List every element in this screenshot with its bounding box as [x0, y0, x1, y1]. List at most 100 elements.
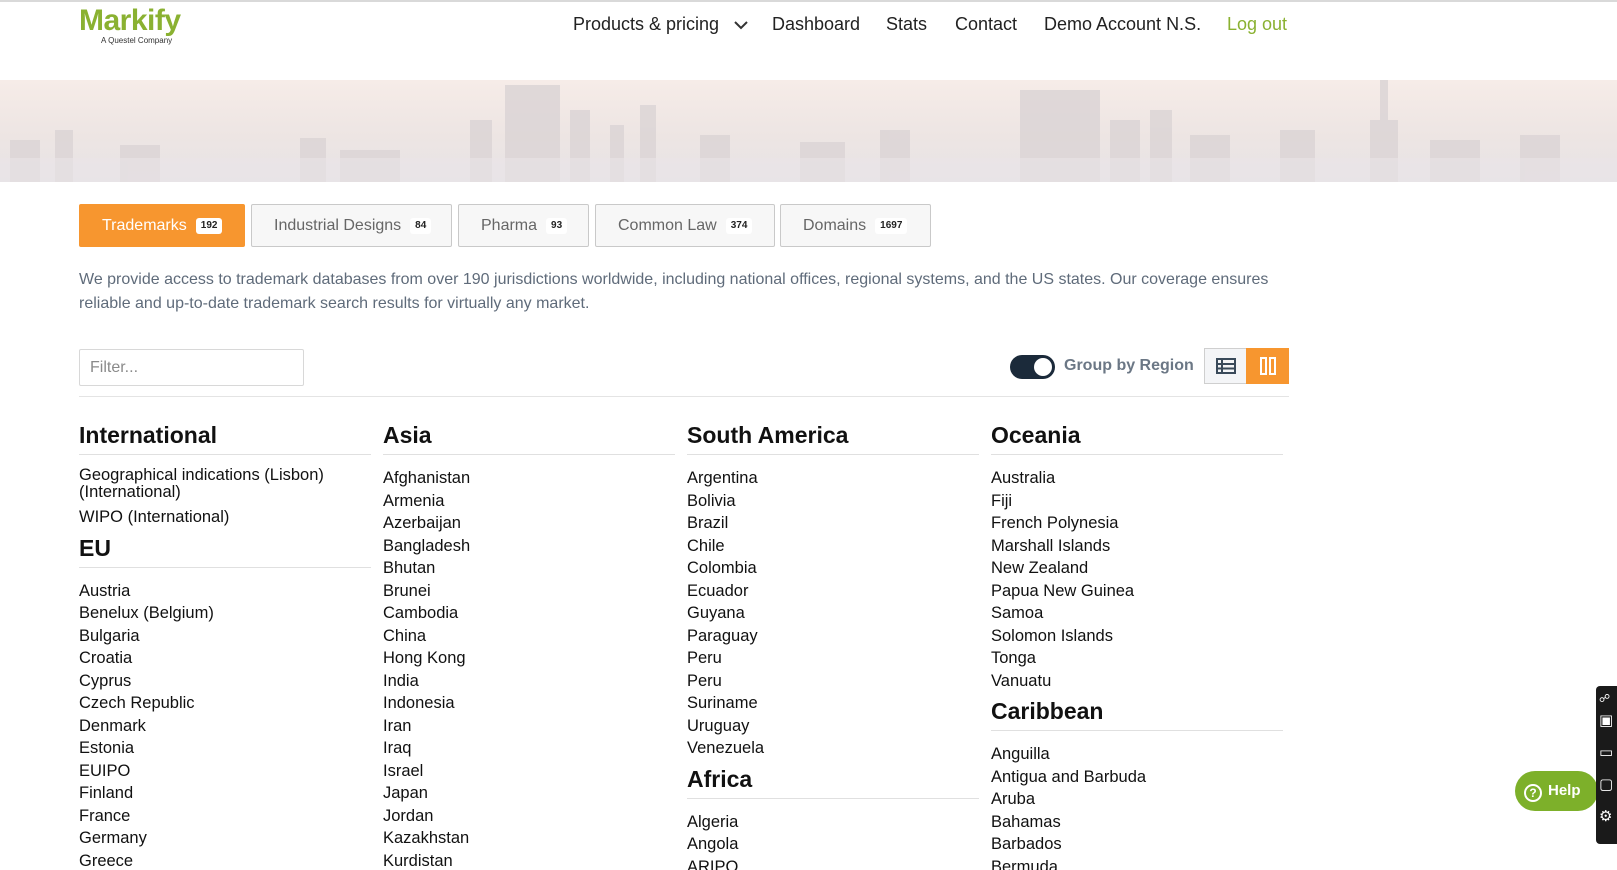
jurisdiction-link[interactable]: Japan — [383, 782, 675, 805]
tab-domains-count: 1697 — [875, 218, 907, 234]
jurisdiction-link[interactable]: Cambodia — [383, 602, 675, 625]
column-view-icon — [1258, 357, 1278, 375]
help-button[interactable]: ? Help — [1515, 771, 1598, 811]
jurisdiction-link[interactable]: Papua New Guinea — [991, 580, 1283, 603]
jurisdiction-link[interactable]: India — [383, 670, 675, 693]
jurisdiction-link[interactable]: Jordan — [383, 805, 675, 828]
jurisdiction-link[interactable]: ARIPO — [687, 856, 979, 870]
jurisdiction-link[interactable]: Peru — [687, 670, 979, 693]
tab-common-law[interactable]: Common Law374 — [595, 204, 775, 247]
nav-products-pricing[interactable]: Products & pricing — [573, 12, 748, 36]
link-icon[interactable]: ☍ — [1599, 690, 1617, 708]
jurisdiction-link[interactable]: Israel — [383, 760, 675, 783]
camera-icon[interactable]: ▣ — [1599, 712, 1617, 730]
jurisdiction-link[interactable]: Ecuador — [687, 580, 979, 603]
window-icon[interactable]: ▭ — [1599, 744, 1617, 762]
jurisdiction-link[interactable]: Australia — [991, 467, 1283, 490]
jurisdiction-link[interactable]: Guyana — [687, 602, 979, 625]
jurisdiction-link[interactable]: Afghanistan — [383, 467, 675, 490]
jurisdiction-link[interactable]: France — [79, 805, 371, 828]
nav-contact[interactable]: Contact — [955, 12, 1017, 36]
jurisdiction-link[interactable]: Barbados — [991, 833, 1283, 856]
jurisdiction-link[interactable]: New Zealand — [991, 557, 1283, 580]
region-title: Oceania — [991, 420, 1283, 455]
jurisdiction-link[interactable]: Antigua and Barbuda — [991, 766, 1283, 789]
jurisdiction-link[interactable]: Geographical indications (Lisbon) (Inter… — [79, 467, 371, 501]
jurisdiction-link[interactable]: Bhutan — [383, 557, 675, 580]
jurisdiction-link[interactable]: Bolivia — [687, 490, 979, 513]
jurisdiction-link[interactable]: Paraguay — [687, 625, 979, 648]
help-label: Help — [1548, 782, 1581, 799]
jurisdiction-link[interactable]: WIPO (International) — [79, 506, 371, 529]
jurisdiction-link[interactable]: Anguilla — [991, 743, 1283, 766]
jurisdiction-link[interactable]: Hong Kong — [383, 647, 675, 670]
jurisdiction-link[interactable]: EUIPO — [79, 760, 371, 783]
jurisdiction-link[interactable]: Cyprus — [79, 670, 371, 693]
jurisdiction-link[interactable]: Fiji — [991, 490, 1283, 513]
list-view-button[interactable] — [1204, 348, 1247, 384]
jurisdiction-link[interactable]: Marshall Islands — [991, 535, 1283, 558]
jurisdiction-link[interactable]: Iraq — [383, 737, 675, 760]
nav-dashboard[interactable]: Dashboard — [772, 12, 860, 36]
region-title: South America — [687, 420, 979, 455]
region-title: EU — [79, 533, 371, 568]
jurisdiction-link[interactable]: Peru — [687, 647, 979, 670]
help-icon: ? — [1524, 784, 1542, 802]
jurisdiction-link[interactable]: Greece — [79, 850, 371, 870]
region-title: Caribbean — [991, 696, 1283, 731]
region-column: Oceania AustraliaFijiFrench PolynesiaMars… — [991, 420, 1283, 870]
group-by-region-toggle[interactable] — [1010, 355, 1055, 379]
jurisdiction-link[interactable]: Bermuda — [991, 856, 1283, 870]
jurisdiction-link[interactable]: Finland — [79, 782, 371, 805]
jurisdiction-link[interactable]: Czech Republic — [79, 692, 371, 715]
column-view-button[interactable] — [1246, 348, 1289, 384]
city-skyline-image — [0, 80, 1617, 182]
jurisdiction-link[interactable]: Uruguay — [687, 715, 979, 738]
jurisdiction-link[interactable]: Bangladesh — [383, 535, 675, 558]
jurisdiction-link[interactable]: Angola — [687, 833, 979, 856]
tab-pharma[interactable]: Pharma93 — [458, 204, 589, 247]
tab-industrial-designs[interactable]: Industrial Designs84 — [251, 204, 452, 247]
jurisdiction-link[interactable]: Benelux (Belgium) — [79, 602, 371, 625]
jurisdiction-link[interactable]: Estonia — [79, 737, 371, 760]
markify-logo[interactable]: Markify A Questel Company — [79, 5, 194, 47]
jurisdiction-link[interactable]: Suriname — [687, 692, 979, 715]
screen-icon[interactable]: ▢ — [1599, 776, 1617, 794]
jurisdiction-link[interactable]: Bulgaria — [79, 625, 371, 648]
jurisdiction-link[interactable]: Chile — [687, 535, 979, 558]
jurisdiction-link[interactable]: Brunei — [383, 580, 675, 603]
jurisdiction-link[interactable]: Vanuatu — [991, 670, 1283, 693]
tab-trademarks[interactable]: Trademarks192 — [79, 204, 245, 247]
jurisdiction-link[interactable]: Colombia — [687, 557, 979, 580]
jurisdiction-link[interactable]: Kurdistan — [383, 850, 675, 870]
filter-input[interactable] — [79, 349, 304, 386]
jurisdiction-link[interactable]: China — [383, 625, 675, 648]
jurisdiction-link[interactable]: Iran — [383, 715, 675, 738]
jurisdiction-link[interactable]: Azerbaijan — [383, 512, 675, 535]
tab-domains[interactable]: Domains1697 — [780, 204, 931, 247]
tab-pharma-label: Pharma — [481, 217, 537, 234]
jurisdiction-link[interactable]: Brazil — [687, 512, 979, 535]
jurisdiction-link[interactable]: Argentina — [687, 467, 979, 490]
jurisdiction-link[interactable]: Algeria — [687, 811, 979, 834]
jurisdiction-link[interactable]: Samoa — [991, 602, 1283, 625]
jurisdiction-link[interactable]: Solomon Islands — [991, 625, 1283, 648]
jurisdiction-link[interactable]: Aruba — [991, 788, 1283, 811]
region-title: International — [79, 420, 371, 455]
jurisdiction-link[interactable]: Croatia — [79, 647, 371, 670]
tab-common-law-label: Common Law — [618, 217, 717, 234]
nav-account[interactable]: Demo Account N.S. — [1044, 12, 1201, 36]
jurisdiction-link[interactable]: Venezuela — [687, 737, 979, 760]
nav-logout[interactable]: Log out — [1227, 12, 1287, 36]
jurisdiction-link[interactable]: Denmark — [79, 715, 371, 738]
jurisdiction-link[interactable]: Indonesia — [383, 692, 675, 715]
nav-stats[interactable]: Stats — [886, 12, 927, 36]
jurisdiction-link[interactable]: French Polynesia — [991, 512, 1283, 535]
jurisdiction-link[interactable]: Tonga — [991, 647, 1283, 670]
gear-icon[interactable]: ⚙ — [1599, 808, 1617, 826]
jurisdiction-link[interactable]: Armenia — [383, 490, 675, 513]
jurisdiction-link[interactable]: Germany — [79, 827, 371, 850]
jurisdiction-link[interactable]: Kazakhstan — [383, 827, 675, 850]
jurisdiction-link[interactable]: Austria — [79, 580, 371, 603]
jurisdiction-link[interactable]: Bahamas — [991, 811, 1283, 834]
